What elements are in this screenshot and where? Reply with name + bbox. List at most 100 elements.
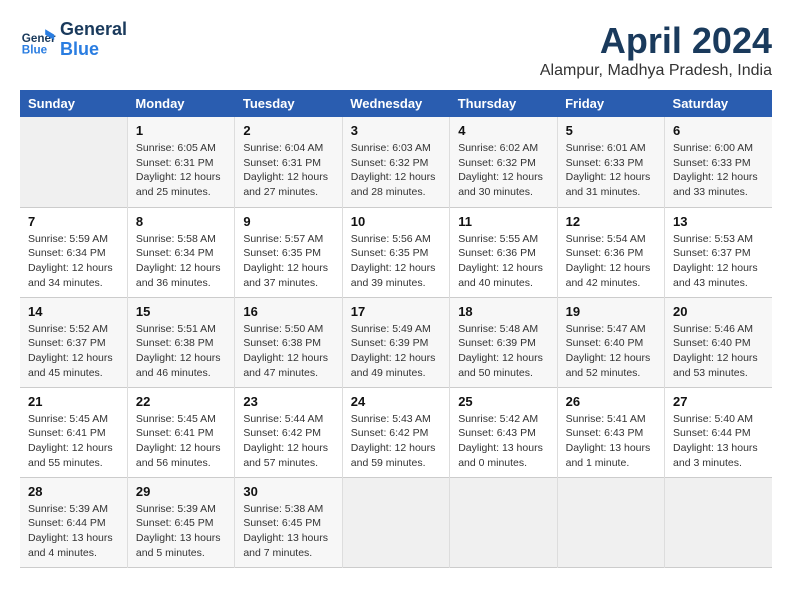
calendar-cell: 29 Sunrise: 5:39 AM Sunset: 6:45 PM Dayli… [127,477,234,567]
logo-line2: Blue [60,40,127,60]
calendar-cell: 24 Sunrise: 5:43 AM Sunset: 6:42 PM Dayli… [342,387,449,477]
day-number: 14 [28,304,119,319]
day-number: 4 [458,123,548,138]
day-info: Sunrise: 5:50 AM Sunset: 6:38 PM Dayligh… [243,322,333,381]
calendar-cell: 11Sunrise: 5:55 AM Sunset: 6:36 PM Dayli… [450,207,557,297]
header-friday: Friday [557,90,664,117]
logo-icon: General Blue [20,22,56,58]
calendar-cell: 1 Sunrise: 6:05 AM Sunset: 6:31 PM Daylig… [127,117,234,207]
day-number: 27 [673,394,764,409]
day-number: 20 [673,304,764,319]
day-number: 21 [28,394,119,409]
calendar-table: SundayMondayTuesdayWednesdayThursdayFrid… [20,90,772,568]
calendar-cell: 12 Sunrise: 5:54 AM Sunset: 6:36 PM Dayli… [557,207,664,297]
calendar-cell: 4 Sunrise: 6:02 AM Sunset: 6:32 PM Daylig… [450,117,557,207]
calendar-cell: 9Sunrise: 5:57 AM Sunset: 6:35 PM Daylig… [235,207,342,297]
day-number: 2 [243,123,333,138]
calendar-cell: 26 Sunrise: 5:41 AM Sunset: 6:43 PM Dayli… [557,387,664,477]
day-number: 26 [566,394,656,409]
day-number: 12 [566,214,656,229]
calendar-cell: 19 Sunrise: 5:47 AM Sunset: 6:40 PM Dayli… [557,297,664,387]
main-title: April 2024 [540,20,772,62]
calendar-cell: 10 Sunrise: 5:56 AM Sunset: 6:35 PM Dayli… [342,207,449,297]
day-number: 13 [673,214,764,229]
day-number: 9 [243,214,333,229]
calendar-header-row: SundayMondayTuesdayWednesdayThursdayFrid… [20,90,772,117]
day-info: Sunrise: 5:39 AM Sunset: 6:45 PM Dayligh… [136,502,226,561]
calendar-cell: 30 Sunrise: 5:38 AM Sunset: 6:45 PM Dayli… [235,477,342,567]
day-number: 18 [458,304,548,319]
subtitle: Alampur, Madhya Pradesh, India [540,62,772,80]
calendar-cell [665,477,772,567]
calendar-week-row: 28 Sunrise: 5:39 AM Sunset: 6:44 PM Dayli… [20,477,772,567]
calendar-cell: 14 Sunrise: 5:52 AM Sunset: 6:37 PM Dayli… [20,297,127,387]
day-info: Sunrise: 5:39 AM Sunset: 6:44 PM Dayligh… [28,502,119,561]
logo: General Blue General Blue [20,20,127,60]
day-info: Sunrise: 5:45 AM Sunset: 6:41 PM Dayligh… [28,412,119,471]
day-info: Sunrise: 5:41 AM Sunset: 6:43 PM Dayligh… [566,412,656,471]
calendar-cell: 15 Sunrise: 5:51 AM Sunset: 6:38 PM Dayli… [127,297,234,387]
page-header: General Blue General Blue April 2024 Ala… [20,20,772,80]
header-sunday: Sunday [20,90,127,117]
day-info: Sunrise: 5:38 AM Sunset: 6:45 PM Dayligh… [243,502,333,561]
day-number: 22 [136,394,226,409]
day-number: 24 [351,394,441,409]
day-number: 23 [243,394,333,409]
day-number: 7 [28,214,119,229]
calendar-cell: 5 Sunrise: 6:01 AM Sunset: 6:33 PM Daylig… [557,117,664,207]
day-info: Sunrise: 6:01 AM Sunset: 6:33 PM Dayligh… [566,141,656,200]
day-number: 11 [458,214,548,229]
day-info: Sunrise: 5:56 AM Sunset: 6:35 PM Dayligh… [351,232,441,291]
calendar-week-row: 14 Sunrise: 5:52 AM Sunset: 6:37 PM Dayli… [20,297,772,387]
day-info: Sunrise: 6:02 AM Sunset: 6:32 PM Dayligh… [458,141,548,200]
day-number: 19 [566,304,656,319]
day-number: 5 [566,123,656,138]
day-info: Sunrise: 5:47 AM Sunset: 6:40 PM Dayligh… [566,322,656,381]
day-number: 29 [136,484,226,499]
day-info: Sunrise: 5:53 AM Sunset: 6:37 PM Dayligh… [673,232,764,291]
calendar-cell: 16 Sunrise: 5:50 AM Sunset: 6:38 PM Dayli… [235,297,342,387]
day-info: Sunrise: 6:03 AM Sunset: 6:32 PM Dayligh… [351,141,441,200]
day-info: Sunrise: 5:43 AM Sunset: 6:42 PM Dayligh… [351,412,441,471]
calendar-cell: 7Sunrise: 5:59 AM Sunset: 6:34 PM Daylig… [20,207,127,297]
day-number: 16 [243,304,333,319]
calendar-cell [342,477,449,567]
calendar-cell: 17 Sunrise: 5:49 AM Sunset: 6:39 PM Dayli… [342,297,449,387]
calendar-cell: 23 Sunrise: 5:44 AM Sunset: 6:42 PM Dayli… [235,387,342,477]
day-info: Sunrise: 5:51 AM Sunset: 6:38 PM Dayligh… [136,322,226,381]
header-monday: Monday [127,90,234,117]
day-number: 10 [351,214,441,229]
calendar-cell: 27Sunrise: 5:40 AM Sunset: 6:44 PM Dayli… [665,387,772,477]
day-info: Sunrise: 5:52 AM Sunset: 6:37 PM Dayligh… [28,322,119,381]
logo-text: General Blue [60,20,127,60]
calendar-week-row: 7Sunrise: 5:59 AM Sunset: 6:34 PM Daylig… [20,207,772,297]
calendar-week-row: 21 Sunrise: 5:45 AM Sunset: 6:41 PM Dayli… [20,387,772,477]
day-info: Sunrise: 5:44 AM Sunset: 6:42 PM Dayligh… [243,412,333,471]
calendar-cell [20,117,127,207]
svg-text:Blue: Blue [22,43,48,56]
logo-line1: General [60,20,127,40]
day-number: 30 [243,484,333,499]
calendar-week-row: 1 Sunrise: 6:05 AM Sunset: 6:31 PM Daylig… [20,117,772,207]
day-info: Sunrise: 5:49 AM Sunset: 6:39 PM Dayligh… [351,322,441,381]
calendar-cell: 2Sunrise: 6:04 AM Sunset: 6:31 PM Daylig… [235,117,342,207]
day-number: 6 [673,123,764,138]
calendar-cell: 6 Sunrise: 6:00 AM Sunset: 6:33 PM Daylig… [665,117,772,207]
header-wednesday: Wednesday [342,90,449,117]
day-number: 15 [136,304,226,319]
day-info: Sunrise: 6:00 AM Sunset: 6:33 PM Dayligh… [673,141,764,200]
calendar-cell: 13 Sunrise: 5:53 AM Sunset: 6:37 PM Dayli… [665,207,772,297]
day-info: Sunrise: 5:42 AM Sunset: 6:43 PM Dayligh… [458,412,548,471]
day-info: Sunrise: 5:45 AM Sunset: 6:41 PM Dayligh… [136,412,226,471]
day-info: Sunrise: 5:46 AM Sunset: 6:40 PM Dayligh… [673,322,764,381]
day-number: 8 [136,214,226,229]
day-info: Sunrise: 6:05 AM Sunset: 6:31 PM Dayligh… [136,141,226,200]
calendar-cell: 18Sunrise: 5:48 AM Sunset: 6:39 PM Dayli… [450,297,557,387]
day-number: 1 [136,123,226,138]
day-number: 28 [28,484,119,499]
header-tuesday: Tuesday [235,90,342,117]
header-saturday: Saturday [665,90,772,117]
day-number: 17 [351,304,441,319]
calendar-cell: 3Sunrise: 6:03 AM Sunset: 6:32 PM Daylig… [342,117,449,207]
day-info: Sunrise: 5:54 AM Sunset: 6:36 PM Dayligh… [566,232,656,291]
